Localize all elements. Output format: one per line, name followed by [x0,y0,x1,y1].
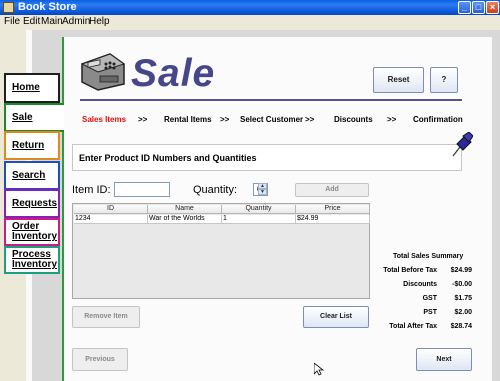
summary-value: $28.74 [450,323,472,330]
column-header-name[interactable]: Name [148,205,222,214]
column-header-id[interactable]: ID [74,205,148,214]
next-button[interactable]: Next [416,348,472,371]
table-cell: $24.99 [296,215,370,224]
page-title: Sale [131,52,216,95]
menu-help[interactable]: Help [89,16,110,28]
quantity-stepper-arrows[interactable]: ▲ ▼ [258,183,267,196]
pushpin-icon [452,132,473,157]
summary-label: Discounts [403,281,437,288]
instruction-panel: Enter Product ID Numbers and Quantities [72,144,462,171]
sales-items-table[interactable]: ID Name Quantity Price 1234 War of the W… [72,203,370,299]
summary-label: Total Before Tax [383,267,437,274]
item-id-label: Item ID: [72,184,111,196]
tab-order-inventory[interactable]: Order Inventory [4,218,60,246]
table-row[interactable]: 1234 War of the Worlds 1 $24.99 [74,215,370,224]
previous-button[interactable]: Previous [72,348,128,371]
title-bar: Book Store _ □ × [0,0,500,15]
cash-register-icon [80,53,126,91]
step-sales-items: Sales Items [82,115,127,124]
item-id-input[interactable] [114,182,170,197]
active-tab-stripe [62,37,64,381]
tab-search[interactable]: Search [4,161,60,190]
table-cell: War of the Worlds [148,215,222,224]
step-arrow-1: >> [138,115,148,124]
quantity-label: Quantity: [193,184,238,196]
step-confirmation: Confirmation [413,115,463,124]
table-header: ID Name Quantity Price [74,205,370,214]
tab-requests[interactable]: Requests [4,189,60,218]
reset-button[interactable]: Reset [373,67,424,93]
column-header-quantity[interactable]: Quantity [222,205,296,214]
tab-order-inventory-line-2: Inventory [12,231,58,242]
header-divider [80,99,462,101]
instruction-text: Enter Product ID Numbers and Quantities [79,153,257,163]
app-icon [3,2,14,13]
table-cell: 1 [222,215,296,224]
summary-value: $1.75 [454,295,472,302]
summary-value: $2.00 [454,309,472,316]
minimize-icon[interactable]: _ [458,1,471,14]
tab-sale[interactable]: Sale [4,103,64,132]
step-rental-items: Rental Items [164,115,212,124]
maximize-icon[interactable]: □ [472,1,485,14]
step-arrow-3: >> [305,115,315,124]
menu-edit[interactable]: Edit [23,16,40,28]
step-arrow-4: >> [387,115,397,124]
summary-label: GST [422,295,437,302]
tab-return[interactable]: Return [4,131,60,160]
mouse-cursor-icon [314,363,324,376]
spin-down-icon[interactable]: ▼ [258,189,267,195]
summary-label: PST [423,309,437,316]
step-arrow-2: >> [220,115,230,124]
summary-value: $24.99 [450,267,472,274]
tab-process-inventory[interactable]: Process Inventory [4,246,60,274]
tab-process-inventory-line-2: Inventory [12,259,58,270]
menu-file[interactable]: File [4,16,20,28]
step-discounts: Discounts [334,115,373,124]
menu-bar: File Edit Main Admin Help [0,15,500,29]
table-cell: 1234 [74,215,148,224]
clear-list-button[interactable]: Clear List [303,306,369,328]
column-header-price[interactable]: Price [296,205,370,214]
remove-item-button[interactable]: Remove Item [72,306,140,328]
menu-main[interactable]: Main [41,16,63,28]
step-select-customer: Select Customer [240,115,304,124]
window-title: Book Store [18,1,77,13]
menu-admin[interactable]: Admin [62,16,90,28]
close-icon[interactable]: × [486,1,499,14]
add-button[interactable]: Add [295,183,369,197]
help-button[interactable]: ? [430,67,458,93]
tab-home[interactable]: Home [4,73,60,103]
summary-title: Total Sales Summary [393,253,464,260]
summary-label: Total After Tax [389,323,437,330]
summary-value: -$0.00 [452,281,472,288]
